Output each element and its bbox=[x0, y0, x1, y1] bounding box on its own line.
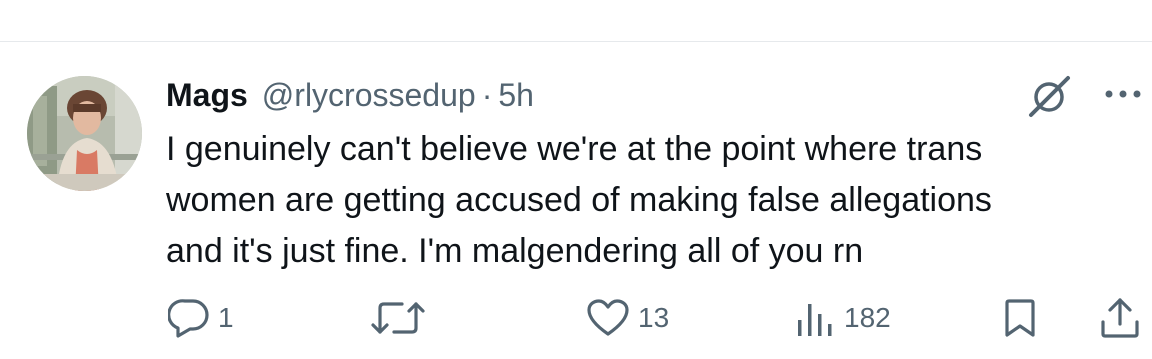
grok-icon[interactable] bbox=[1024, 74, 1074, 118]
reply-button[interactable]: 1 bbox=[168, 294, 234, 342]
heart-icon bbox=[587, 299, 629, 336]
likes-count: 13 bbox=[638, 302, 670, 333]
retweet-icon bbox=[371, 302, 425, 334]
more-options-icon[interactable] bbox=[1102, 84, 1144, 104]
share-button[interactable] bbox=[1098, 294, 1142, 342]
like-button[interactable]: 13 bbox=[586, 294, 669, 342]
bookmark-icon bbox=[1005, 299, 1035, 337]
bookmark-button[interactable] bbox=[1000, 294, 1040, 342]
avatar-image bbox=[27, 76, 142, 191]
retweet-button[interactable] bbox=[370, 294, 426, 342]
tweet-header: Mags @rlycrossedup · 5h bbox=[166, 72, 534, 118]
tweet-timestamp[interactable]: 5h bbox=[498, 77, 534, 114]
reply-icon bbox=[168, 299, 209, 338]
views-button[interactable]: 182 bbox=[796, 294, 891, 342]
author-name[interactable]: Mags bbox=[166, 77, 248, 114]
top-divider bbox=[0, 41, 1152, 42]
author-handle[interactable]: @rlycrossedup bbox=[262, 77, 476, 114]
share-icon bbox=[1101, 298, 1139, 338]
tweet-text-line: women are getting accused of making fals… bbox=[166, 181, 992, 219]
views-count: 182 bbox=[844, 302, 891, 333]
reply-count: 1 bbox=[218, 302, 234, 333]
tweet-text: I genuinely can't believe we're at the p… bbox=[166, 124, 1146, 277]
tweet-text-line: I genuinely can't believe we're at the p… bbox=[166, 130, 983, 168]
avatar[interactable] bbox=[27, 76, 142, 191]
views-bar-chart-icon bbox=[798, 304, 832, 336]
tweet-text-line: and it's just fine. I'm malgendering all… bbox=[166, 232, 864, 270]
separator-dot: · bbox=[481, 76, 493, 113]
